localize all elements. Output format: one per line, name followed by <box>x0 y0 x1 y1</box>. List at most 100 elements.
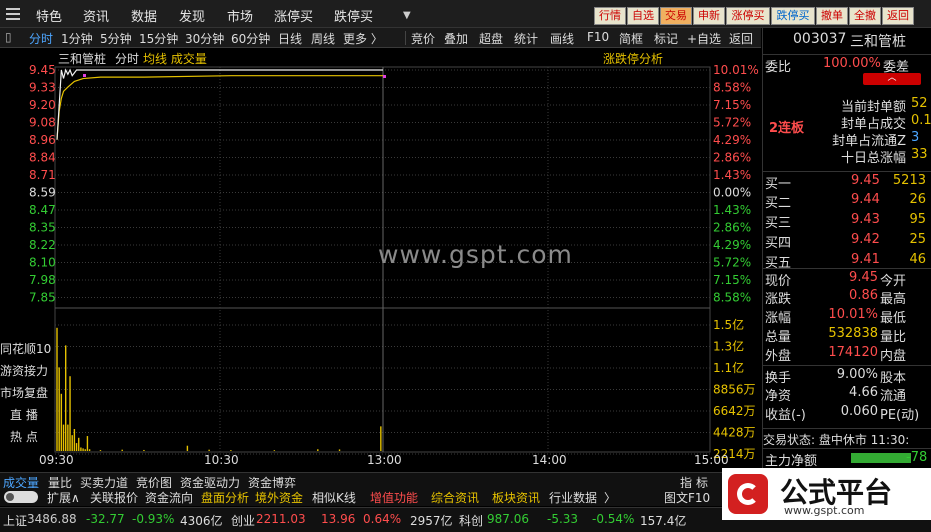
more-arrow-icon[interactable]: 〉 <box>604 489 616 506</box>
menu-zixun[interactable]: 资讯 <box>83 6 109 25</box>
prev-icon[interactable]: ▯ <box>5 30 12 44</box>
quote-label: 涨幅 <box>765 311 792 326</box>
price-tick-label: 8.10 <box>29 256 56 270</box>
limit-down-buy-button[interactable]: 跌停买 <box>771 7 815 25</box>
quote-value: 9.45 <box>849 270 878 285</box>
stock-name-label: 三和管桩 <box>58 52 107 66</box>
tab-more[interactable]: 更多 〉 <box>343 30 383 47</box>
tab-daily[interactable]: 日线 <box>278 30 302 47</box>
tool-chaopan[interactable]: 超盘 <box>479 30 503 47</box>
ipo-button[interactable]: 申新 <box>693 7 725 25</box>
menu-faxian[interactable]: 发现 <box>179 6 205 25</box>
tool-f10[interactable]: F10 <box>587 30 609 44</box>
bid-label: 买一 <box>765 177 792 192</box>
tab-1min[interactable]: 1分钟 <box>61 30 93 47</box>
similar-k-link[interactable]: 相似K线 <box>312 489 356 506</box>
tab-weekly[interactable]: 周线 <box>311 30 335 47</box>
limit-up-buy-button[interactable]: 涨停买 <box>726 7 770 25</box>
tab-60min[interactable]: 60分钟 <box>231 30 270 47</box>
news-link[interactable]: 综合资讯 <box>431 489 479 506</box>
tab-5min[interactable]: 5分钟 <box>100 30 132 47</box>
pct-tick-label: 0.00% <box>713 186 751 200</box>
watchlist-button[interactable]: 自选 <box>627 7 659 25</box>
bid-price: 9.41 <box>851 252 880 267</box>
quote-label: 收益(-) <box>765 408 806 423</box>
link-review[interactable]: 市场复盘 <box>0 384 54 406</box>
menu-shuju[interactable]: 数据 <box>131 6 157 25</box>
link-live[interactable]: 直 播 <box>0 406 54 428</box>
pct-tick-label: 7.15% <box>713 273 751 287</box>
pct-tick-label: 4.29% <box>713 238 751 252</box>
foreign-fund-link[interactable]: 境外资金 <box>255 489 303 506</box>
tab-15min[interactable]: 15分钟 <box>139 30 178 47</box>
vol-tick-label: 6642万 <box>713 404 756 418</box>
limit-analysis-link[interactable]: 涨跌停分析 <box>603 50 663 67</box>
tool-draw[interactable]: 画线 <box>550 30 574 47</box>
g-logo-icon <box>728 474 768 514</box>
vol-tick-label: 4428万 <box>713 426 756 440</box>
quote-value: 0.86 <box>849 288 878 303</box>
premium-link[interactable]: 增值功能 <box>370 489 418 506</box>
menu-shichang[interactable]: 市场 <box>227 6 253 25</box>
menu-zhangting[interactable]: 涨停买 <box>274 6 313 25</box>
bid-volume: 25 <box>909 232 926 247</box>
link-ths10[interactable]: 同花顺10 <box>0 340 54 362</box>
bid-price: 9.44 <box>851 192 880 207</box>
vol-tick-label: 1.3亿 <box>713 339 744 354</box>
related-quote-link[interactable]: 关联报价 <box>90 489 138 506</box>
left-side-links: 同花顺10 游资接力 市场复盘 直 播 热 点 <box>0 340 54 450</box>
tool-stats[interactable]: 统计 <box>514 30 538 47</box>
ticker-value: 2211.03 <box>256 512 306 526</box>
pct-tick-label: 7.15% <box>713 98 751 112</box>
function-bar: 扩展∧ 关联报价 资金流向 盘面分析 境外资金 相似K线 增值功能 综合资讯 板… <box>0 488 761 506</box>
quote-row: 换手 9.00% 股本 <box>763 365 931 386</box>
fund-flow-link[interactable]: 资金流向 <box>145 489 193 506</box>
indicators-label: 均线 成交量 <box>143 52 207 66</box>
period-toolbar: ▯ 分时 1分钟 5分钟 15分钟 30分钟 60分钟 日线 周线 更多 〉 竞… <box>0 28 761 48</box>
expand-icon[interactable]: ︿ <box>863 73 921 85</box>
tool-jiankuang[interactable]: 简框 <box>619 30 643 47</box>
bid-row[interactable]: 买一 9.45 5213 <box>763 171 931 192</box>
bid-row[interactable]: 买三 9.43 95 <box>763 211 931 231</box>
sector-news-link[interactable]: 板块资讯 <box>492 489 540 506</box>
quote-button[interactable]: 行情 <box>594 7 626 25</box>
pct-tick-label: 8.58% <box>713 291 751 305</box>
tool-add-watchlist[interactable]: +自选 <box>687 30 721 47</box>
ticker-change: 13.96 <box>321 512 356 526</box>
bid-price: 9.42 <box>851 232 880 247</box>
price-tick-label: 8.59 <box>29 186 56 200</box>
time-tick-label: 15:00 <box>694 453 729 466</box>
quote-row: 收益(-) 0.060 PE(动) <box>763 403 931 423</box>
menu-dieting[interactable]: 跌停买 <box>334 6 373 25</box>
toggle-switch[interactable] <box>4 491 38 503</box>
tool-auction[interactable]: 竞价 <box>411 30 435 47</box>
tool-back[interactable]: 返回 <box>729 30 753 47</box>
ticker-amount: 2957亿 <box>410 514 453 528</box>
cancel-order-button[interactable]: 撤单 <box>816 7 848 25</box>
link-youzi[interactable]: 游资接力 <box>0 362 54 384</box>
f10-link[interactable]: 图文F10 <box>664 489 710 506</box>
back-button[interactable]: 返回 <box>882 7 914 25</box>
watermark: www.gspt.com <box>378 240 573 269</box>
market-analysis-link[interactable]: 盘面分析 <box>201 489 249 506</box>
pct-tick-label: 1.43% <box>713 168 751 182</box>
expand-link[interactable]: 扩展∧ <box>47 489 80 506</box>
quote-row: 净资 4.66 流通 <box>763 384 931 404</box>
tool-overlay[interactable]: 叠加 <box>444 30 468 47</box>
trade-button[interactable]: 交易 <box>660 7 692 25</box>
industry-data-link[interactable]: 行业数据 <box>549 489 597 506</box>
quote-value: 4.66 <box>849 385 878 400</box>
bid-row[interactable]: 买二 9.44 26 <box>763 191 931 211</box>
tool-mark[interactable]: 标记 <box>654 30 678 47</box>
menu-tese[interactable]: 特色 <box>36 6 62 25</box>
tab-30min[interactable]: 30分钟 <box>185 30 224 47</box>
main-flow-value: -78 <box>906 450 928 465</box>
webi-value: 100.00% <box>823 56 881 71</box>
quote-label2: 量比 <box>880 330 907 345</box>
app-menu-icon[interactable] <box>6 8 20 20</box>
cancel-all-button[interactable]: 全撤 <box>849 7 881 25</box>
link-hot[interactable]: 热 点 <box>0 428 54 450</box>
tab-fenshi[interactable]: 分时 <box>29 30 53 47</box>
bid-row[interactable]: 买四 9.42 25 <box>763 231 931 251</box>
chevron-down-icon[interactable]: ▼ <box>403 10 411 21</box>
